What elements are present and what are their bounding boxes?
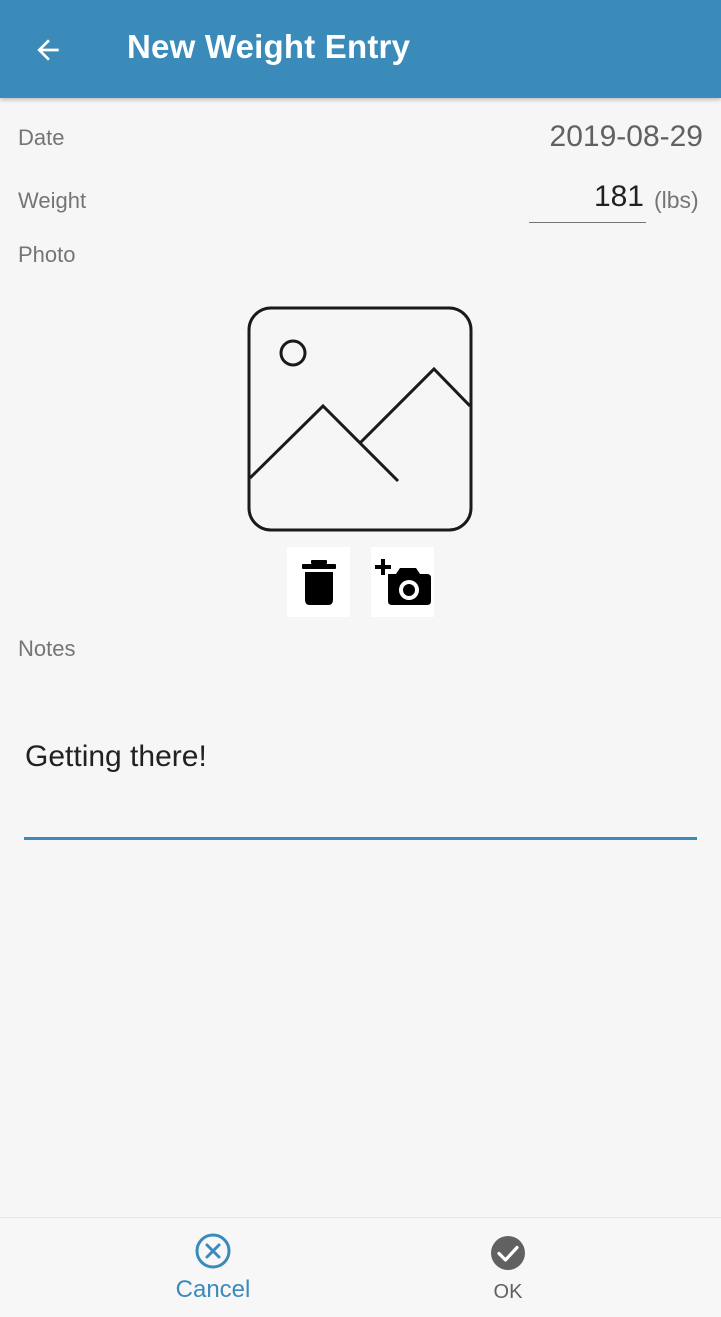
delete-photo-button[interactable] xyxy=(287,547,350,617)
cancel-circle-icon xyxy=(195,1233,231,1269)
add-photo-button[interactable] xyxy=(371,547,434,617)
arrow-back-icon xyxy=(37,39,59,61)
app-bar: New Weight Entry xyxy=(0,0,721,98)
add-camera-icon xyxy=(374,559,431,605)
weight-input[interactable]: 181 xyxy=(529,178,646,223)
image-placeholder-icon xyxy=(247,306,473,532)
date-label: Date xyxy=(18,125,65,150)
notes-label: Notes xyxy=(18,636,76,661)
weight-label: Weight xyxy=(18,188,87,213)
photo-preview[interactable] xyxy=(246,305,474,533)
weight-unit: (lbs) xyxy=(654,187,699,213)
notes-input[interactable]: Getting there! xyxy=(25,740,696,774)
ok-label: OK xyxy=(493,1281,523,1303)
back-button[interactable] xyxy=(22,24,74,76)
ok-button[interactable]: OK xyxy=(328,1218,688,1317)
notes-underline xyxy=(24,837,697,840)
weight-value: 181 xyxy=(593,180,644,213)
date-value[interactable]: 2019-08-29 xyxy=(550,120,703,154)
check-circle-icon xyxy=(491,1236,525,1270)
bottom-action-bar: Cancel OK xyxy=(0,1217,721,1317)
photo-label: Photo xyxy=(18,242,76,267)
page-title: New Weight Entry xyxy=(127,28,411,65)
trash-icon xyxy=(301,560,336,605)
